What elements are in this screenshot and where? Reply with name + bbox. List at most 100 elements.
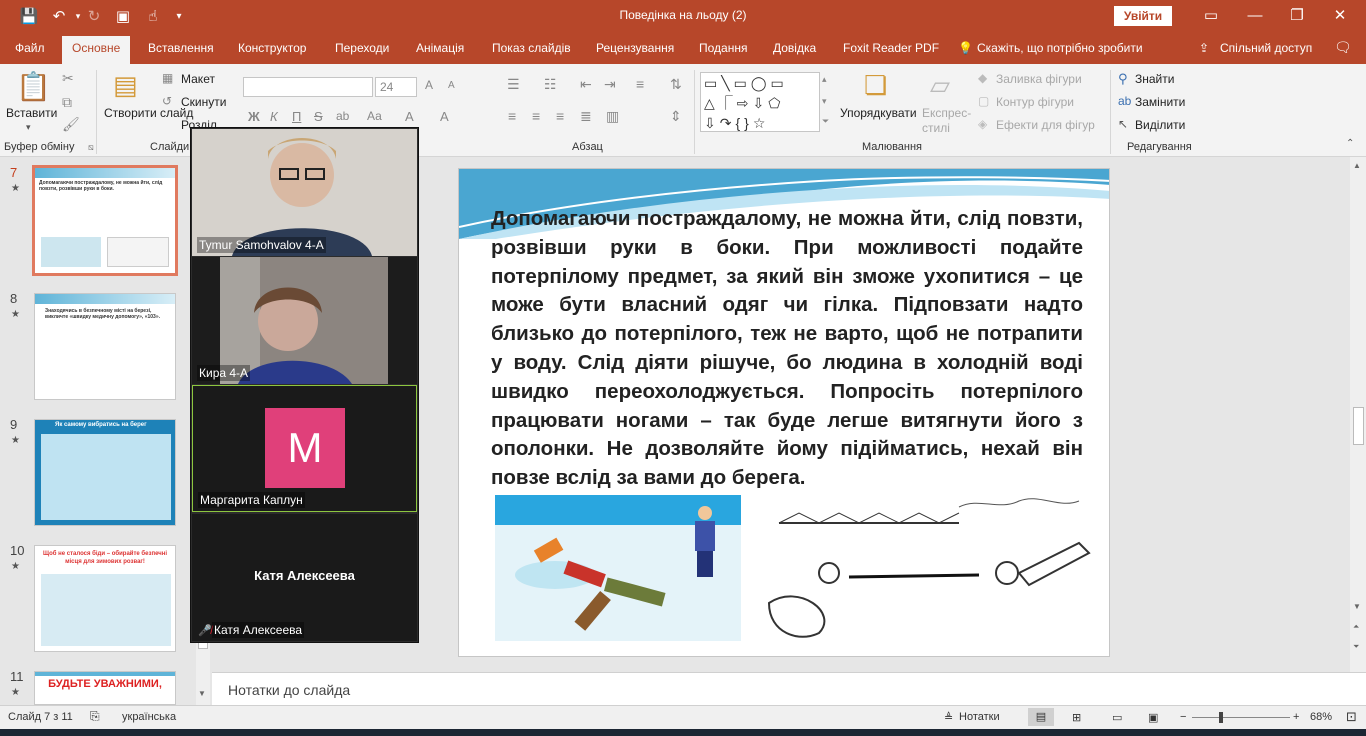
underline-icon[interactable]: П [292, 109, 301, 124]
arrange-icon[interactable]: ❏ [864, 70, 887, 101]
columns-icon[interactable]: ▥ [606, 108, 619, 125]
language-indicator[interactable]: українська [122, 711, 176, 723]
slide-thumbnail-7[interactable]: Допомагаючи постраждалому, не можна йти,… [32, 165, 178, 276]
participant-tile-4[interactable]: Катя Алексеева 🎤̸ Катя Алексеева [192, 514, 417, 641]
ribbon-display-options-icon[interactable]: ▭ [1196, 4, 1226, 28]
slide-thumbnail-9[interactable]: Як самому вибратись на берег [34, 419, 176, 526]
minimize-button[interactable]: — [1240, 4, 1270, 28]
tab-animations[interactable]: Анімація [416, 41, 464, 55]
next-slide-icon[interactable]: ⏷ [1353, 642, 1359, 652]
notes-toggle-button[interactable]: Нотатки [959, 711, 1000, 723]
grow-font-icon[interactable]: A [425, 78, 433, 92]
paste-dropdown-icon[interactable]: ▾ [26, 122, 31, 133]
share-button[interactable]: Спільний доступ [1220, 41, 1312, 55]
strikethrough-icon[interactable]: S [314, 109, 323, 124]
normal-view-icon[interactable]: ▤ [1028, 708, 1054, 726]
participant-tile-3[interactable]: M Маргарита Каплун [192, 385, 417, 512]
bullets-icon[interactable]: ☰ [507, 76, 520, 93]
zoom-out-icon[interactable]: − [1180, 711, 1186, 723]
previous-slide-icon[interactable]: ⏶ [1353, 622, 1359, 632]
clear-format-icon[interactable]: A [405, 109, 414, 124]
change-case-icon[interactable]: Аа [367, 109, 382, 123]
paste-icon[interactable]: 📋 [16, 70, 51, 103]
collapse-ribbon-icon[interactable]: ⌃ [1346, 138, 1354, 149]
scroll-down-icon[interactable]: ▼ [198, 689, 206, 698]
align-right-icon[interactable]: ≡ [556, 108, 564, 124]
shape-outline-button[interactable]: Контур фігури [996, 95, 1074, 109]
participant-tile-1[interactable]: Tymur Samohvalov 4-А [192, 129, 417, 256]
comments-icon[interactable]: 🗨 [1334, 39, 1352, 56]
scroll-up-icon[interactable]: ▲ [1353, 161, 1361, 170]
slide-body-text[interactable]: Допомагаючи постраждалому, не можна йти,… [491, 205, 1083, 493]
reading-view-icon[interactable]: ▭ [1112, 711, 1122, 724]
quick-styles-icon[interactable]: ▱ [930, 70, 950, 101]
tab-insert[interactable]: Вставлення [148, 41, 214, 55]
shape-fill-button[interactable]: Заливка фігури [996, 72, 1082, 86]
slide-scroll-thumb[interactable] [1353, 407, 1364, 445]
tab-design[interactable]: Конструктор [238, 41, 306, 55]
reset-button[interactable]: Скинути [181, 95, 226, 109]
tab-help[interactable]: Довідка [773, 41, 816, 55]
tab-review[interactable]: Рецензування [596, 41, 674, 55]
text-direction-icon[interactable]: ⇅ [670, 76, 682, 93]
tab-foxit[interactable]: Foxit Reader PDF [843, 41, 939, 55]
slide-vertical-scrollbar[interactable]: ▲ ▼ ⏶ ⏷ [1350, 157, 1366, 672]
align-center-icon[interactable]: ≡ [532, 108, 540, 124]
new-slide-button[interactable]: Створити слайд [104, 106, 193, 120]
paste-button[interactable]: Вставити [6, 106, 57, 120]
tab-view[interactable]: Подання [699, 41, 747, 55]
font-color-icon[interactable]: A [440, 109, 449, 124]
zoom-slider[interactable] [1192, 717, 1290, 718]
font-name-input[interactable] [243, 77, 373, 97]
shapes-gallery[interactable]: ▭╲▭◯▭ △⎾⇨⇩⬠ ⇩↷{}☆ [700, 72, 820, 132]
notes-placeholder[interactable]: Нотатки до слайда [228, 682, 350, 698]
zoom-slider-thumb[interactable] [1219, 712, 1223, 723]
scroll-down-icon[interactable]: ▼ [1353, 602, 1361, 611]
decrease-indent-icon[interactable]: ⇤ [580, 76, 592, 93]
tell-me-search[interactable]: Скажіть, що потрібно зробити [977, 41, 1143, 55]
slide-thumbnail-10[interactable]: Щоб не сталося біди – обирайте безпечні … [34, 545, 176, 652]
notes-pane[interactable]: Нотатки до слайда [212, 672, 1366, 705]
slide-canvas[interactable]: Допомагаючи постраждалому, не можна йти,… [458, 168, 1110, 657]
numbering-icon[interactable]: ☷ [544, 76, 557, 93]
slide-sorter-icon[interactable]: ⊞ [1072, 711, 1081, 724]
shapes-scroll-down-icon[interactable]: ▾ [822, 96, 827, 107]
spellcheck-icon[interactable]: ⎘ [90, 709, 100, 724]
slideshow-view-icon[interactable]: ▣ [1148, 711, 1158, 724]
fit-to-window-icon[interactable]: ⊡ [1346, 709, 1357, 725]
shape-effects-button[interactable]: Ефекти для фігур [996, 118, 1095, 132]
line-spacing-icon[interactable]: ≡ [636, 76, 644, 92]
find-button[interactable]: Знайти [1135, 72, 1174, 86]
restore-button[interactable]: ❐ [1282, 4, 1312, 28]
cut-icon[interactable]: ✂ [62, 70, 74, 87]
close-button[interactable]: ✕ [1325, 4, 1355, 28]
layout-button[interactable]: Макет [181, 72, 215, 86]
bold-icon[interactable]: Ж [248, 109, 260, 124]
increase-indent-icon[interactable]: ⇥ [604, 76, 616, 93]
align-text-icon[interactable]: ⇕ [670, 108, 682, 125]
zoom-in-icon[interactable]: + [1293, 711, 1299, 723]
select-button[interactable]: Виділити [1135, 118, 1185, 132]
character-spacing-icon[interactable]: ab [336, 109, 349, 123]
shapes-more-icon[interactable]: ⏷ [822, 116, 829, 127]
participant-tile-2[interactable]: Кира 4-А [192, 257, 417, 384]
tab-file[interactable]: Файл [15, 41, 45, 55]
tab-slideshow[interactable]: Показ слайдів [492, 41, 571, 55]
tab-transitions[interactable]: Переходи [335, 41, 389, 55]
slide-thumbnail-11[interactable]: БУДЬТЕ УВАЖНИМИ, [34, 671, 176, 705]
copy-icon[interactable]: ⧉ [62, 94, 72, 111]
format-painter-icon[interactable]: 🖌 [62, 116, 80, 133]
font-size-input[interactable]: 24 [375, 77, 417, 97]
new-slide-icon[interactable]: ▤ [113, 70, 138, 101]
shapes-scroll-up-icon[interactable]: ▴ [822, 74, 827, 85]
align-left-icon[interactable]: ≡ [508, 108, 516, 124]
clipboard-launcher-icon[interactable]: ⧅ [88, 142, 94, 153]
arrange-button[interactable]: Упорядкувати [840, 106, 917, 120]
replace-button[interactable]: Замінити [1135, 95, 1185, 109]
zoom-level[interactable]: 68% [1310, 711, 1332, 723]
tab-home[interactable]: Основне [62, 36, 131, 64]
sign-in-button[interactable]: Увійти [1114, 6, 1172, 26]
justify-icon[interactable]: ≣ [580, 108, 592, 125]
quick-styles-button[interactable]: Експрес-стилі [922, 106, 972, 136]
italic-icon[interactable]: К [270, 109, 278, 124]
